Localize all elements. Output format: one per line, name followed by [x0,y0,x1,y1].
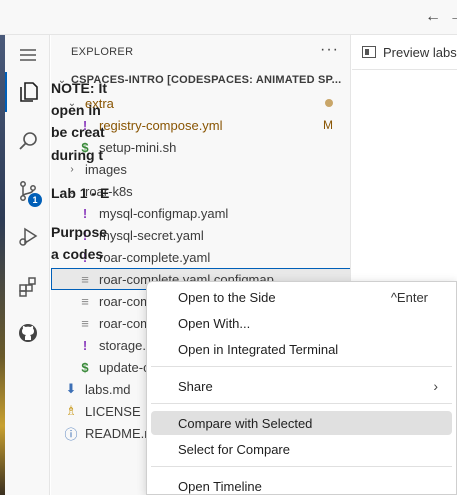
menu-item-open-in-terminal[interactable]: Open in Integrated Terminal [151,337,452,361]
text-file-icon: ≡ [81,315,89,331]
activity-bar: 1 [5,35,50,495]
text-file-icon: ≡ [81,293,89,309]
file-label: setup-mini.sh [99,139,177,155]
file-label: roar-com [99,315,152,331]
workspace-root-label: CSPACES-INTRO [CODESPACES: ANIMATED SP..… [71,74,342,86]
file-label: mysql-configmap.yaml [99,205,229,221]
yaml-file-icon: ! [82,205,88,221]
file-label: roar-complete.yaml [99,249,211,265]
file-label: README.r [85,425,149,441]
modified-dot-icon [325,99,333,107]
menu-item-label: Open With... [178,315,251,331]
run-debug-icon[interactable] [5,216,50,256]
preview-text-line: Purpose [51,224,108,240]
shell-file-icon: $ [81,359,89,375]
preview-heading: Lab 1 - E [51,185,110,201]
menu-separator [151,366,452,367]
source-control-icon[interactable]: 1 [5,171,50,211]
menu-hamburger-icon[interactable] [5,35,50,75]
keybinding-label: ^Enter [390,289,428,305]
modified-status-badge: M [323,118,333,132]
preview-text-line: NOTE: It [51,80,107,96]
scm-count-badge: 1 [28,193,42,207]
menu-item-label: Open to the Side [178,289,276,305]
yaml-file-icon: ! [82,337,88,353]
menu-item-compare-with-selected[interactable]: Compare with Selected [151,411,452,435]
file-label: mysql-secret.yaml [99,227,204,243]
tab-label: Preview labs [383,44,457,60]
explorer-title: EXPLORER [71,46,134,58]
file-label: storage.y [99,337,153,353]
chevron-right-icon: › [70,163,74,175]
back-arrow-icon[interactable]: ← [425,9,441,25]
menu-item-share[interactable]: Share › [151,374,452,398]
menu-item-open-to-side[interactable]: Open to the Side ^Enter [151,285,452,309]
menu-item-label: Open in Integrated Terminal [178,341,339,357]
text-file-icon: ≡ [81,271,89,287]
file-label: roar-com [99,293,152,309]
tree-file-mysql-configmap[interactable]: ! mysql-configmap.yaml [51,202,350,224]
file-label: registry-compose.yml [99,117,223,133]
file-label: LICENSE [85,403,141,419]
menu-item-open-timeline[interactable]: Open Timeline [151,474,452,494]
menu-item-label: Compare with Selected [178,415,313,431]
file-label: update-c [99,359,150,375]
submenu-chevron-icon: › [433,378,438,394]
context-menu: Open to the Side ^Enter Open With... Ope… [146,281,457,495]
folder-label: images [85,161,127,177]
menu-item-label: Open Timeline [178,478,262,494]
markdown-file-icon: ⬇ [65,381,77,396]
tab-preview-labs[interactable]: Preview labs [352,35,457,70]
explorer-icon[interactable] [5,72,50,112]
extensions-icon[interactable] [5,267,50,307]
preview-text-line: during t [51,147,104,163]
preview-text-line: be creat [51,124,105,140]
menu-separator [151,403,452,404]
preview-text-line: open in [51,102,101,118]
menu-separator [151,466,452,467]
forward-arrow-icon[interactable]: → [449,9,457,25]
info-file-icon: ⓘ [64,426,78,442]
file-label: labs.md [85,381,131,397]
preview-icon [362,46,376,58]
menu-item-label: Select for Compare [178,441,290,457]
license-file-icon: ♗ [65,403,77,418]
search-icon[interactable] [5,121,50,161]
more-actions-icon[interactable]: ··· [320,41,339,59]
preview-text-line: a codes [51,246,104,262]
menu-item-select-for-compare[interactable]: Select for Compare [151,437,452,461]
menu-item-label: Share [178,378,213,394]
menu-item-open-with[interactable]: Open With... [151,311,452,335]
github-icon[interactable] [5,313,50,353]
title-bar: ← → [0,0,457,35]
